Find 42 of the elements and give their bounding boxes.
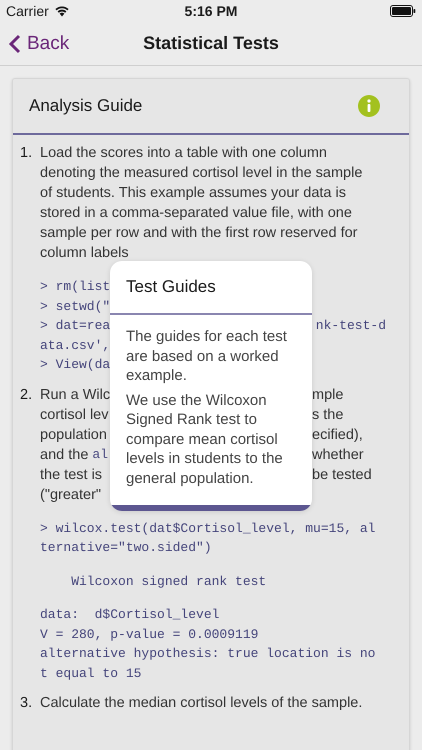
code-line: t equal to 15 (40, 666, 142, 681)
step-text-fragment: cortisol lev (40, 406, 108, 422)
code-fragment: nk-test-d (316, 318, 387, 334)
code-line: ternative="two.sided") (40, 540, 212, 556)
card-title: Analysis Guide (29, 96, 142, 116)
code-line: > dat=rea (40, 318, 110, 334)
carrier-label: Carrier (6, 3, 49, 19)
wifi-icon (54, 5, 70, 17)
screen-title: Statistical Tests (142, 33, 280, 54)
step-text-fragment: ("greater" (40, 486, 102, 502)
code-line: Wilcoxon signed rank test (70, 574, 266, 589)
step-number: 2. (20, 386, 34, 404)
code-line: > rm(list (40, 279, 110, 294)
popup-text: We use the Wilcoxon Signed Rank test to compare mean cortisol levels in students to the general population. (126, 390, 284, 488)
step-number: 1. (20, 144, 34, 163)
step-text-fragment: whether (312, 446, 364, 462)
step-text-fragment: population (40, 426, 107, 442)
code-line: ata.csv', (40, 338, 110, 353)
step-text-fragment: the test is (40, 466, 102, 482)
code-fragment: al (92, 446, 108, 462)
clock-time: 5:16 PM (184, 3, 238, 19)
step-text-fragment: mple (312, 386, 344, 402)
step-text-fragment: Run a Wilc (40, 386, 110, 402)
step-text-fragment: s the (312, 406, 344, 422)
step-text-fragment: and the (40, 446, 88, 462)
step-number: 3. (20, 694, 34, 713)
code-line: alternative hypothesis: true location is no (40, 646, 376, 662)
info-icon[interactable] (358, 95, 380, 117)
battery-icon (390, 5, 416, 17)
popup-title: Test Guides (125, 276, 217, 298)
step-text-fragment: be tested (312, 466, 372, 482)
popup-text: The guides for each test are based on a worked example. (126, 327, 288, 386)
back-button[interactable]: Back (0, 32, 74, 54)
chevron-left-icon (9, 34, 21, 54)
step-text: Calculate the median cortisol levels of the sample. (40, 694, 364, 713)
code-line: > setwd(" (40, 298, 110, 314)
code-line: V = 280, p-value = 0.0009119 (40, 626, 258, 642)
code-line: data: d$Cortisol_level (40, 607, 220, 622)
code-line: > wilcox.test(dat$Cortisol_level, mu=15, al (40, 520, 376, 536)
step-text-fragment: ecified), (312, 426, 363, 442)
code-line: > View(da (40, 357, 110, 372)
step-text: Load the scores into a table with one column denoting the measured cortisol level in the sample of students. This example assumes your data is stored in a comma-separated value file, with one sample per row and with the first row reserved for column labels (40, 144, 364, 263)
